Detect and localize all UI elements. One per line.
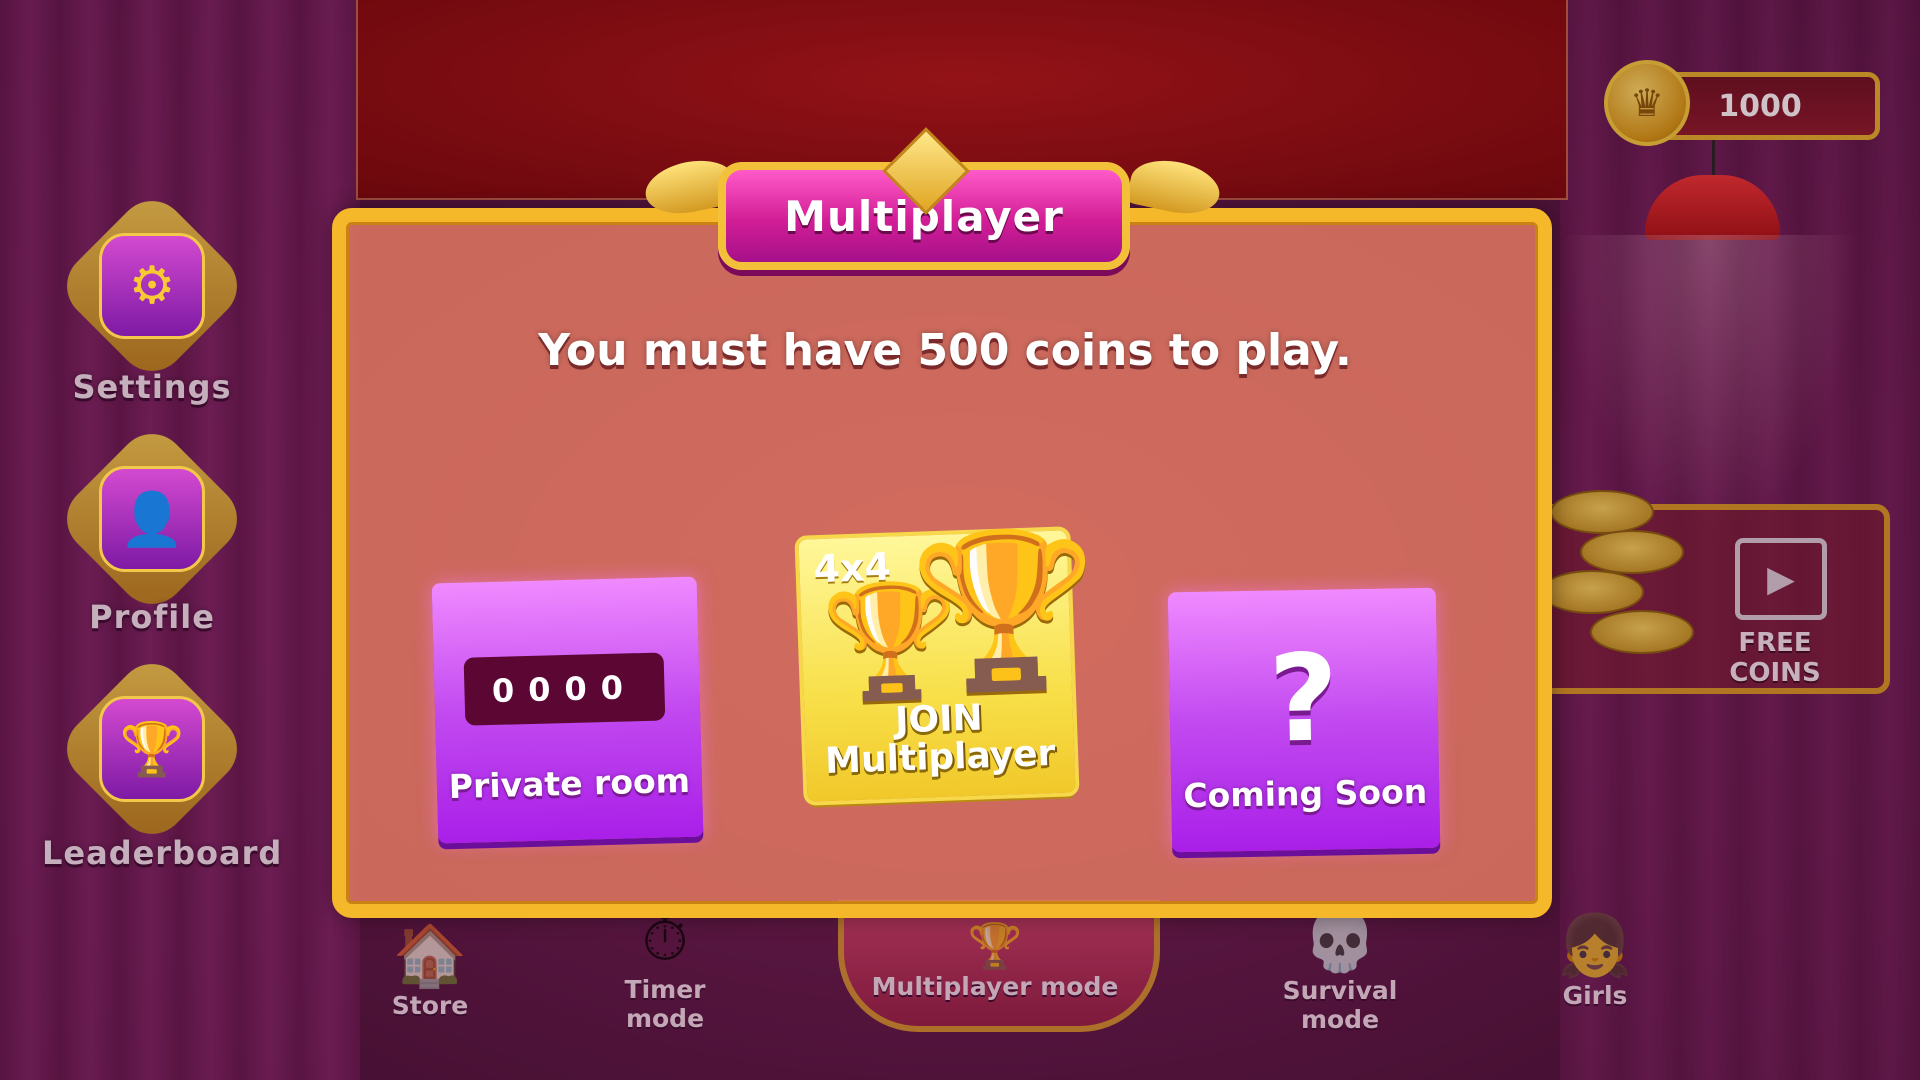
question-mark-icon: ? xyxy=(1267,629,1340,770)
join-label-line2: Multiplayer xyxy=(824,733,1056,783)
join-multiplayer-card[interactable]: 4x4 🏆 🏆 JOIN Multiplayer xyxy=(798,520,1101,802)
gear-icon: ⚙ xyxy=(99,233,205,339)
trophy-large-icon: 🏆 xyxy=(908,520,1101,701)
join-multiplayer-label: JOIN Multiplayer xyxy=(823,697,1056,783)
coming-soon-label: Coming Soon xyxy=(1183,771,1428,815)
user-icon: 👤 xyxy=(99,466,205,572)
private-room-card[interactable]: 0000 Private room xyxy=(431,576,704,844)
room-code-display: 0000 xyxy=(463,652,666,726)
coin-requirement-message: You must have 500 coins to play. xyxy=(538,325,1352,376)
coming-soon-card[interactable]: ? Coming Soon xyxy=(1167,587,1441,853)
trophy-icon: 🏆 xyxy=(99,696,205,802)
private-room-label: Private room xyxy=(448,760,691,806)
